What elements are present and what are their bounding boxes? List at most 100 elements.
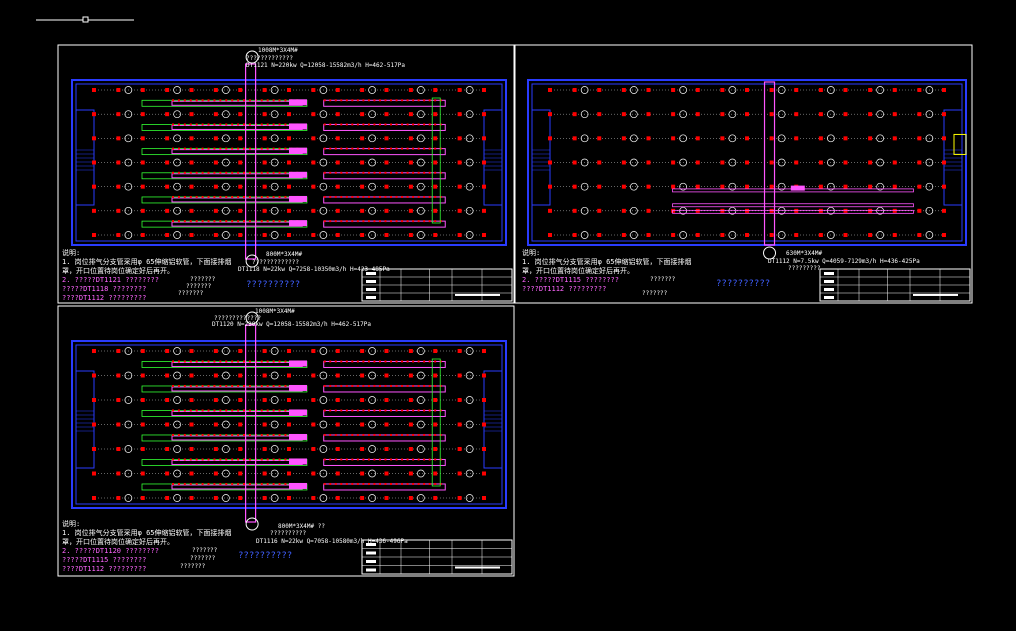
s1-diffuser-right [406, 123, 409, 126]
s3-diffuser [260, 409, 263, 412]
s1-column [213, 184, 218, 189]
s1-column [116, 160, 121, 165]
s1-column [408, 184, 413, 189]
s3-column [238, 447, 243, 451]
s3-diffuser [248, 458, 251, 461]
s1-column [311, 88, 316, 92]
s1-column [287, 160, 291, 165]
s1-diffuser-right [373, 99, 376, 102]
s1-diffuser-right [412, 195, 415, 198]
s1-diffuser-right [434, 99, 437, 102]
s3-diffuser-right [323, 409, 326, 412]
s1-diffuser-right [401, 147, 404, 150]
s3-column [165, 349, 170, 353]
s1-diffuser-right [356, 99, 359, 102]
s1-diffuser-right [373, 171, 376, 174]
s3-diffuser-right [323, 384, 326, 387]
s2-column [942, 233, 946, 237]
s3-column [140, 471, 145, 476]
s1-column [384, 233, 389, 237]
s1-diffuser-right [423, 171, 426, 174]
s3-diffuser [278, 458, 281, 461]
s3-diffuser [172, 482, 174, 485]
s3-diffuser [237, 384, 240, 387]
s1-column [165, 208, 170, 213]
s1-column [433, 88, 438, 92]
s1-column [433, 112, 438, 117]
s2-column [720, 233, 725, 237]
s2-column [671, 136, 676, 141]
s1-column [140, 233, 145, 237]
s1-diffuser-right [412, 147, 415, 150]
s1-diffuser-right [356, 171, 359, 174]
s2-column [548, 233, 552, 237]
s3-diffuser-right [434, 384, 437, 387]
s3-column [287, 349, 291, 353]
s3-diffuser [213, 360, 216, 363]
s2-column [794, 88, 799, 92]
s1-diffuser [201, 220, 204, 223]
s3-diffuser [177, 482, 180, 485]
s2-column [843, 160, 848, 165]
s3-column [213, 471, 218, 476]
s3-note-2c: ????DT1112 ????????? [62, 565, 147, 573]
s1-diffuser [195, 147, 198, 150]
s2-column [548, 184, 552, 189]
s1-diffuser-right [378, 171, 381, 174]
s3-diffuser [278, 409, 281, 412]
s1-diffuser [213, 220, 216, 223]
s2-column [818, 88, 823, 92]
s3-diffuser [272, 409, 275, 412]
s1-column [311, 208, 316, 213]
s1-column [116, 112, 121, 117]
s1-diffuser [189, 220, 192, 223]
s1-diffuser [225, 195, 228, 198]
s2-column [695, 233, 700, 237]
s1-diffuser [172, 99, 174, 102]
s3-column [433, 349, 438, 353]
s3-column [384, 373, 389, 378]
s3-diffuser [248, 482, 251, 485]
s3-diffuser-right [428, 458, 431, 461]
s1-diffuser [225, 99, 228, 102]
s3-column [482, 422, 486, 427]
s1-column [262, 160, 267, 165]
s2-column [572, 112, 577, 117]
s3-diffuser-right [417, 384, 420, 387]
s1-diffuser-right [340, 123, 343, 126]
s3-diffuser-right [367, 433, 370, 436]
s2-column [646, 160, 651, 165]
s1-diffuser [183, 195, 186, 198]
s1-column [116, 88, 121, 92]
s3-diffuser-right [329, 409, 332, 412]
s1-diffuser-right [329, 123, 332, 126]
s3-diffuser [260, 360, 263, 363]
s3-diffuser [207, 433, 210, 436]
s3-column [262, 373, 267, 378]
s3-column [335, 496, 340, 500]
s1-diffuser-right [406, 195, 409, 198]
s2-column [745, 136, 749, 141]
s1-column [116, 136, 121, 141]
s3-diffuser [201, 360, 204, 363]
s3-column [457, 349, 462, 353]
s3-column [189, 471, 194, 476]
s2-column [621, 112, 626, 117]
s1-diffuser [189, 99, 192, 102]
s1-diffuser [266, 171, 269, 174]
s1-diffuser-right [406, 99, 409, 102]
s1-column [384, 208, 389, 213]
s3-diffuser [201, 433, 204, 436]
s3-diffuser [237, 433, 240, 436]
s3-column [189, 422, 194, 427]
s1-diffuser [278, 171, 281, 174]
s1-diffuser [248, 220, 251, 223]
s2-notes-title: 说明: [522, 249, 541, 257]
s1-fan-box [289, 195, 307, 202]
s1-diffuser-right [367, 220, 370, 223]
s2-column [671, 184, 676, 189]
s1-diffuser [207, 123, 210, 126]
s1-column [262, 208, 267, 213]
s2-title-text [824, 272, 834, 275]
s3-notes-title: 说明: [62, 520, 81, 528]
